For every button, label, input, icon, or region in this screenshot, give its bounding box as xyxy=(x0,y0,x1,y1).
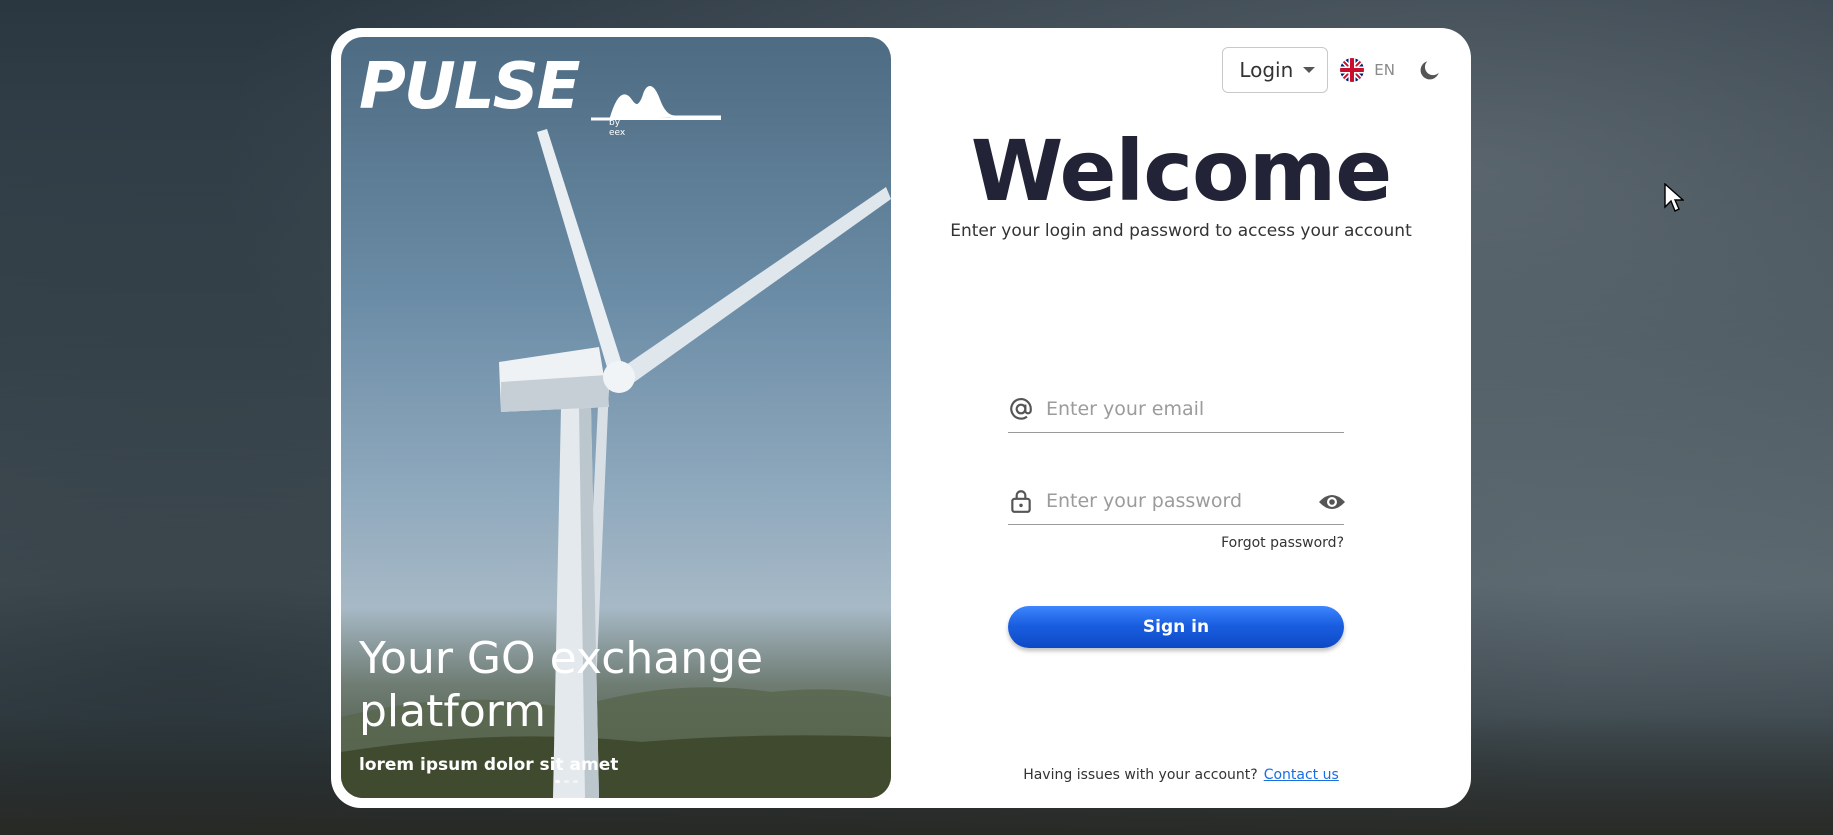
hero-panel: PULSE by eex Your GO exchange platform l… xyxy=(341,37,891,798)
lock-icon xyxy=(1011,490,1031,513)
at-sign-icon xyxy=(1010,398,1032,420)
moon-icon[interactable] xyxy=(1417,57,1443,83)
carousel-dots xyxy=(555,780,578,783)
mouse-cursor-icon xyxy=(1664,183,1684,212)
email-field xyxy=(1008,386,1344,433)
top-toolbar: Login EN xyxy=(1222,47,1443,93)
hero-subtitle: lorem ipsum dolor sit amet xyxy=(359,755,619,775)
contact-us-link[interactable]: Contact us xyxy=(1264,767,1339,783)
support-footer: Having issues with your account? Contact … xyxy=(891,767,1471,783)
language-code: EN xyxy=(1374,61,1395,79)
eye-icon[interactable] xyxy=(1318,492,1346,512)
password-input[interactable] xyxy=(1046,482,1316,520)
carousel-dot[interactable] xyxy=(555,780,560,783)
mode-select-value: Login xyxy=(1239,58,1294,82)
hero-title: Your GO exchange platform xyxy=(359,633,764,737)
logo-byline: by eex xyxy=(609,118,626,138)
language-switcher[interactable]: EN xyxy=(1340,58,1395,82)
forgot-password-link[interactable]: Forgot password? xyxy=(1008,535,1344,551)
pulse-logo: PULSE by eex xyxy=(359,50,721,138)
sign-in-button[interactable]: Sign in xyxy=(1008,606,1344,648)
footer-text: Having issues with your account? xyxy=(1023,767,1258,783)
login-panel: Login EN Welcome Enter your login and pa… xyxy=(891,28,1471,808)
logo-wave-icon xyxy=(591,86,721,121)
password-field xyxy=(1008,478,1346,525)
mode-select[interactable]: Login xyxy=(1222,47,1329,93)
chevron-down-icon xyxy=(1303,67,1316,73)
logo-wordmark: PULSE xyxy=(359,50,580,124)
login-card: PULSE by eex Your GO exchange platform l… xyxy=(331,28,1471,808)
welcome-subtitle: Enter your login and password to access … xyxy=(950,221,1412,241)
welcome-heading: Welcome xyxy=(970,122,1392,220)
uk-flag-icon xyxy=(1340,58,1365,82)
email-input[interactable] xyxy=(1046,390,1316,428)
carousel-dot[interactable] xyxy=(573,780,578,783)
carousel-dot[interactable] xyxy=(564,780,569,783)
